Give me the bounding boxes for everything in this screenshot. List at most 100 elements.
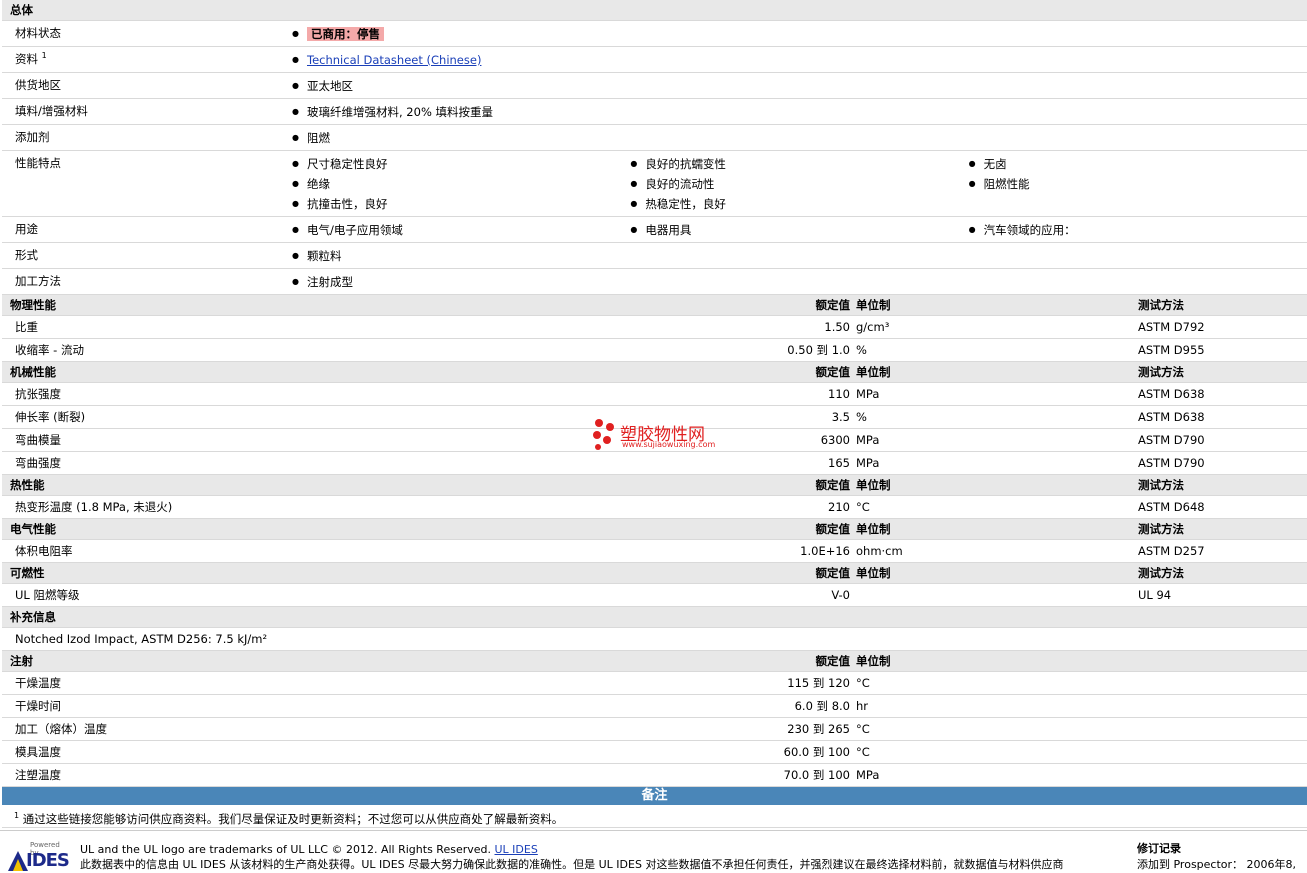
bullet-item: 尺寸稳定性良好	[292, 154, 630, 174]
ides-logo-icon	[8, 851, 28, 871]
property-value: 1.50	[824, 320, 850, 334]
property-unit: MPa	[856, 768, 880, 782]
supplement-text: Notched Izod Impact, ASTM D256: 7.5 kJ/m…	[15, 632, 268, 646]
property-value: 6300	[820, 433, 850, 447]
bullet-item: Technical Datasheet (Chinese)	[292, 50, 630, 70]
trademark-line: UL and the UL logo are trademarks of UL …	[80, 843, 538, 856]
property-row: 体积电阻率 1.0E+16 ohm·cm ASTM D257	[2, 540, 1307, 563]
footer: Powered by IDES UL and the UL logo are t…	[0, 830, 1307, 871]
footnote-marker: 1	[14, 811, 20, 820]
status-badge: 已商用：停售	[307, 27, 384, 41]
property-label: 收缩率 - 流动	[15, 343, 84, 357]
supplement-row: Notched Izod Impact, ASTM D256: 7.5 kJ/m…	[2, 628, 1307, 651]
ides-logo: Powered by IDES	[8, 841, 70, 871]
bullet-item: 电器用具	[630, 220, 968, 240]
property-row: 热变形温度 (1.8 MPa, 未退火) 210 °C ASTM D648	[2, 496, 1307, 519]
datasheet-link[interactable]: Technical Datasheet (Chinese)	[307, 53, 481, 67]
revision-title: 修订记录	[1137, 842, 1181, 855]
property-value: 230 到 265	[787, 722, 850, 736]
general-row: 形式 颗粒料	[2, 243, 1307, 269]
bullet-item: 抗撞击性，良好	[292, 194, 630, 214]
property-label: 弯曲模量	[15, 433, 61, 447]
injection-row: 干燥时间 6.0 到 8.0 hr	[2, 695, 1307, 718]
injection-row: 注塑温度 70.0 到 100 MPa	[2, 764, 1307, 787]
section-header: 热性能 额定值 单位制 测试方法	[2, 475, 1307, 496]
unit-header: 单位制	[856, 478, 891, 492]
watermark: 塑胶物性网 www.sujiaowuxing.com	[592, 418, 715, 453]
property-label: UL 阻燃等级	[15, 588, 80, 602]
property-unit: °C	[856, 722, 870, 736]
section-title: 补充信息	[10, 610, 56, 624]
property-value: 110	[828, 387, 850, 401]
ides-text: IDES	[26, 850, 70, 871]
injection-row: 模具温度 60.0 到 100 °C	[2, 741, 1307, 764]
nominal-header: 额定值	[815, 654, 851, 668]
property-unit: ohm·cm	[856, 544, 903, 558]
section-header: 总体	[2, 0, 1307, 21]
property-unit: hr	[856, 699, 869, 713]
property-row: UL 阻燃等级 V-0 UL 94	[2, 584, 1307, 607]
general-label: 添加剂	[15, 130, 50, 144]
section-title: 电气性能	[10, 522, 56, 536]
general-row: 性能特点 尺寸稳定性良好绝缘抗撞击性，良好良好的抗蠕变性良好的流动性热稳定性，良好…	[2, 151, 1307, 217]
property-unit: MPa	[856, 433, 880, 447]
property-unit: °C	[856, 500, 870, 514]
general-row: 填料/增强材料 玻璃纤维增强材料, 20% 填料按重量	[2, 99, 1307, 125]
test-method: UL 94	[1138, 588, 1172, 602]
property-row: 抗张强度 110 MPa ASTM D638	[2, 383, 1307, 406]
property-label: 伸长率 (断裂)	[15, 410, 86, 424]
property-value: 210	[828, 500, 850, 514]
test-method: ASTM D257	[1138, 544, 1205, 558]
property-label: 比重	[15, 320, 38, 334]
section-title: 热性能	[10, 478, 45, 492]
bullet-item: 良好的抗蠕变性	[630, 154, 968, 174]
injection-row: 加工（熔体）温度 230 到 265 °C	[2, 718, 1307, 741]
bullet-item: 无卤	[969, 154, 1307, 174]
nominal-header: 额定值	[815, 522, 851, 536]
unit-header: 单位制	[856, 365, 891, 379]
watermark-url: www.sujiaowuxing.com	[622, 440, 716, 449]
unit-header: 单位制	[856, 298, 891, 312]
section-header: 补充信息	[2, 607, 1307, 628]
property-label: 加工（熔体）温度	[15, 722, 107, 736]
test-method: ASTM D790	[1138, 433, 1205, 447]
property-label: 模具温度	[15, 745, 61, 759]
bullet-item: 汽车领域的应用：	[969, 220, 1307, 240]
general-row: 资料 1 Technical Datasheet (Chinese)	[2, 47, 1307, 73]
test-header: 测试方法	[1138, 566, 1184, 580]
nominal-header: 额定值	[815, 566, 851, 580]
bullet-item: 热稳定性，良好	[630, 194, 968, 214]
ul-ides-link[interactable]: UL IDES	[495, 843, 538, 856]
test-method: ASTM D790	[1138, 456, 1205, 470]
property-unit: °C	[856, 745, 870, 759]
bullet-item: 已商用：停售	[292, 24, 630, 44]
property-row: 收缩率 - 流动 0.50 到 1.0% ASTM D955	[2, 339, 1307, 362]
general-label: 用途	[15, 222, 38, 236]
test-method: ASTM D792	[1138, 320, 1205, 334]
general-row: 用途 电气/电子应用领域电器用具汽车领域的应用：	[2, 217, 1307, 243]
property-unit: MPa	[856, 456, 880, 470]
property-value: V-0	[831, 588, 850, 602]
general-label: 形式	[15, 248, 38, 262]
general-label: 供货地区	[15, 78, 61, 92]
property-label: 弯曲强度	[15, 456, 61, 470]
property-label: 干燥时间	[15, 699, 61, 713]
datasheet: 总体材料状态 已商用：停售资料 1 Technical Datasheet (Chi…	[2, 0, 1307, 828]
section-title: 注射	[10, 654, 33, 668]
property-unit: %	[856, 343, 867, 357]
test-header: 测试方法	[1138, 478, 1184, 492]
bullet-item: 绝缘	[292, 174, 630, 194]
property-value: 70.0 到 100	[783, 768, 850, 782]
test-method: ASTM D638	[1138, 410, 1205, 424]
general-label: 填料/增强材料	[15, 104, 88, 118]
general-row: 材料状态 已商用：停售	[2, 21, 1307, 47]
general-row: 加工方法 注射成型	[2, 269, 1307, 295]
nominal-header: 额定值	[815, 365, 851, 379]
watermark-dots-icon	[593, 419, 614, 450]
property-value: 1.0E+16	[800, 544, 850, 558]
general-label: 材料状态	[15, 26, 61, 40]
section-title: 可燃性	[10, 566, 45, 580]
property-row: 弯曲强度 165 MPa ASTM D790	[2, 452, 1307, 475]
general-row: 添加剂 阻燃	[2, 125, 1307, 151]
section-title: 物理性能	[10, 298, 56, 312]
